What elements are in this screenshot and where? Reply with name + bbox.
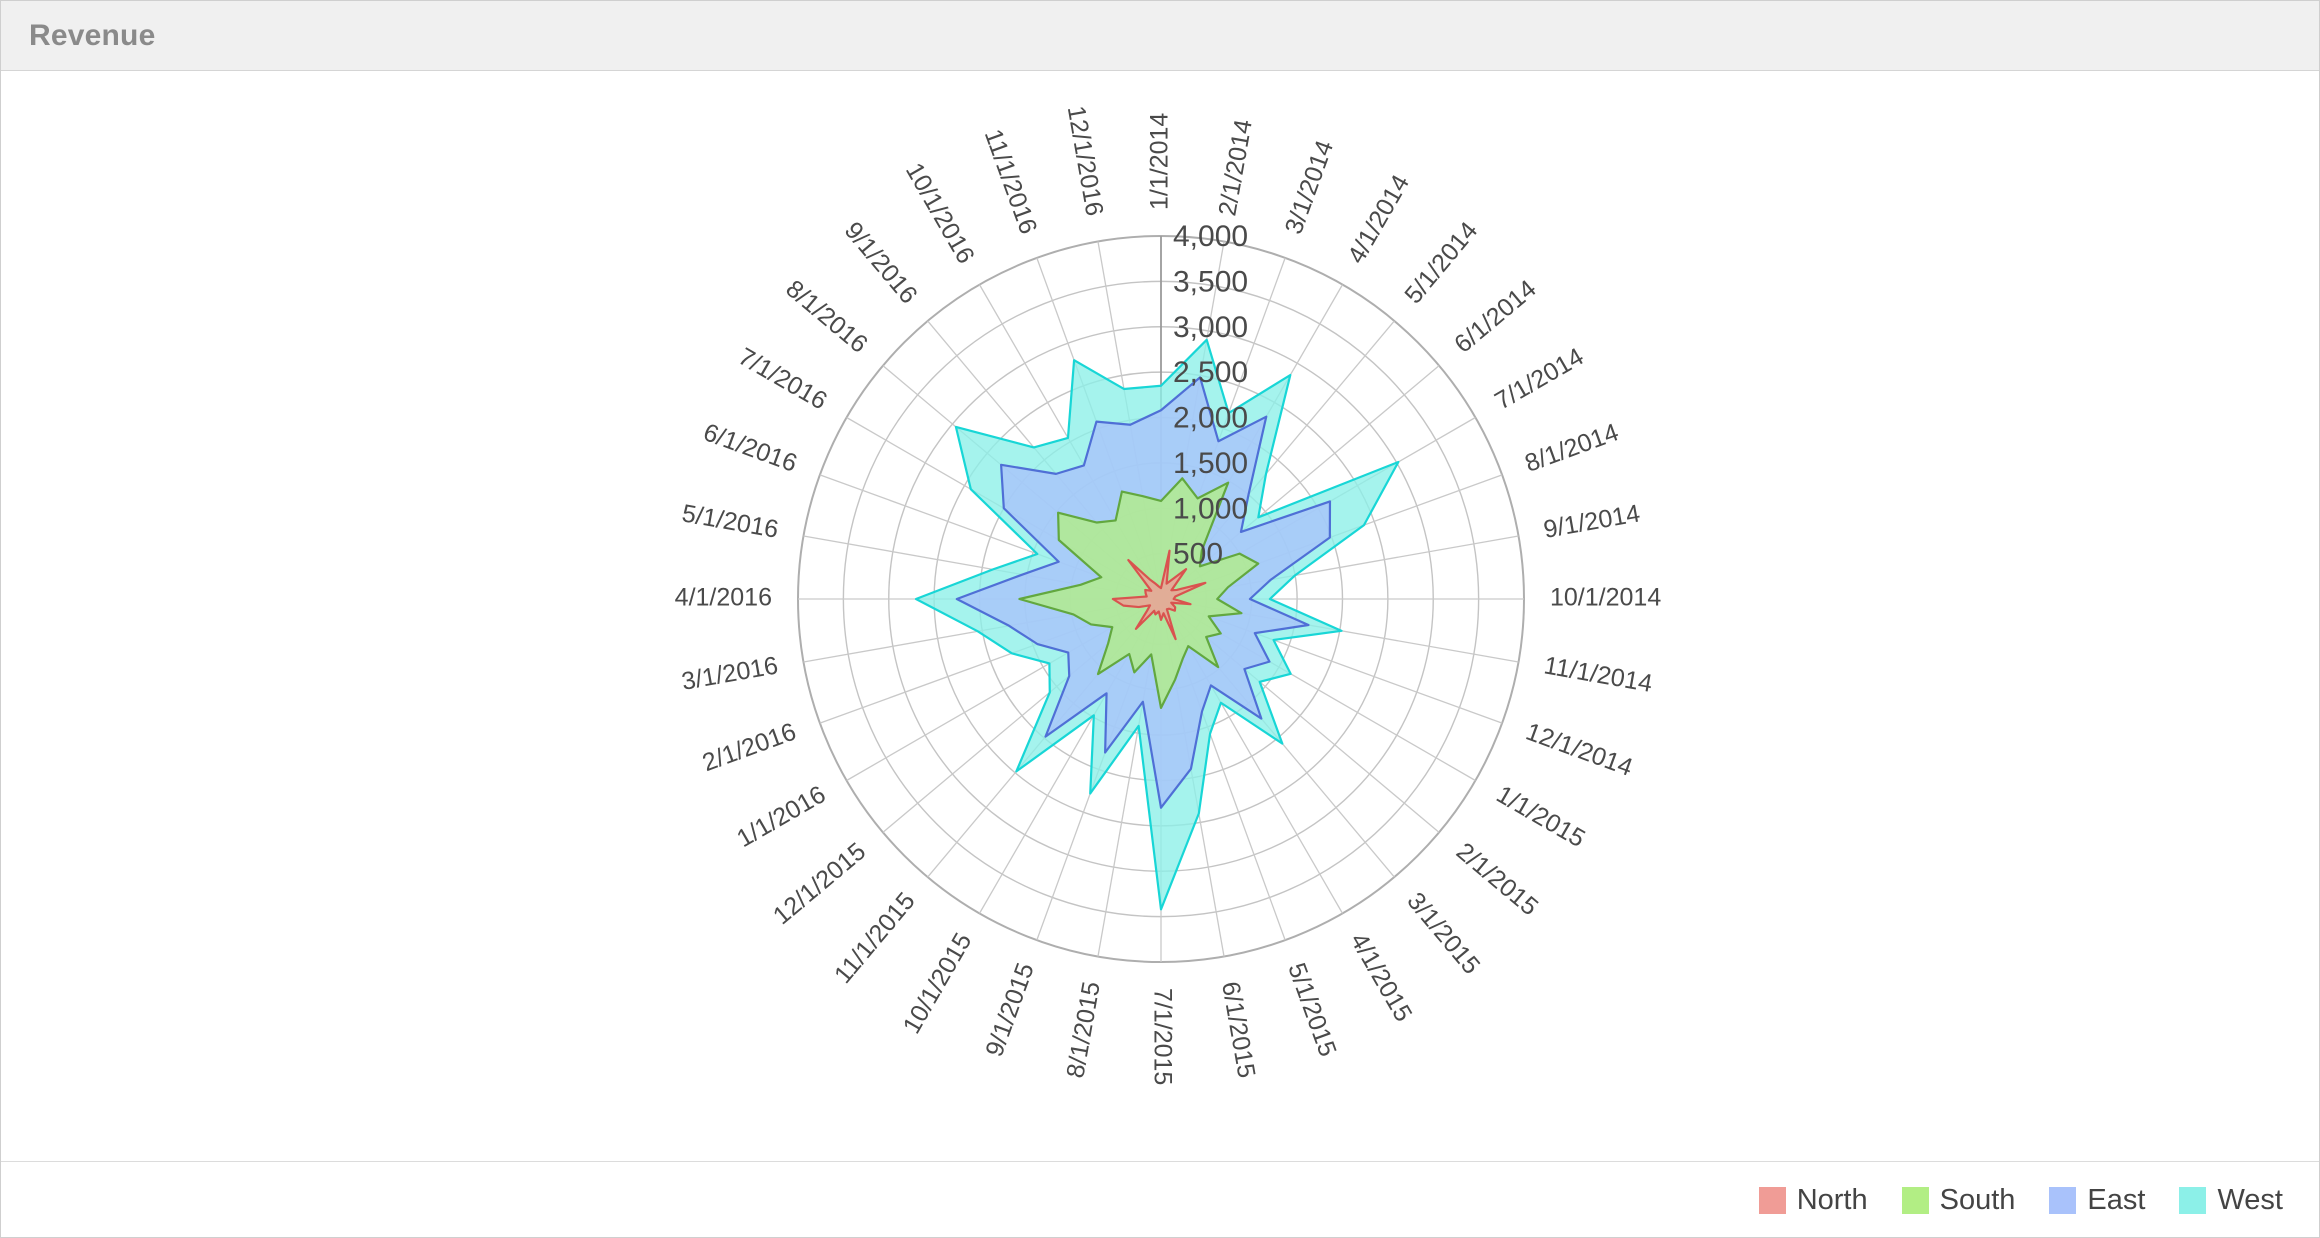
category-label: 11/1/2016 bbox=[979, 125, 1043, 237]
category-label: 9/1/2015 bbox=[980, 959, 1040, 1060]
legend-swatch-south bbox=[1901, 1186, 1929, 1214]
category-label: 1/1/2015 bbox=[1492, 780, 1590, 853]
radial-tick-label: 1,500 bbox=[1173, 447, 1248, 480]
radial-tick-label: 500 bbox=[1173, 538, 1223, 571]
chart-legend: North South East West bbox=[1, 1161, 2319, 1237]
category-label: 3/1/2015 bbox=[1401, 887, 1485, 980]
category-label: 3/1/2014 bbox=[1280, 137, 1340, 238]
category-label: 6/1/2014 bbox=[1449, 275, 1542, 359]
chart-panel: Revenue 500 1,000 1,500 2,000 2,500 3,000 3,50… bbox=[0, 0, 2320, 1238]
radial-tick-label: 4,000 bbox=[1173, 220, 1248, 253]
category-label: 12/1/2014 bbox=[1522, 718, 1636, 782]
radial-tick-label: 3,000 bbox=[1173, 311, 1248, 344]
category-label: 12/1/2015 bbox=[768, 837, 871, 930]
category-label: 10/1/2015 bbox=[898, 928, 978, 1038]
category-label: 9/1/2014 bbox=[1541, 499, 1642, 543]
category-label: 6/1/2016 bbox=[700, 418, 801, 478]
radial-tick-label: 3,500 bbox=[1173, 265, 1248, 298]
category-label: 11/1/2015 bbox=[829, 887, 921, 989]
category-label: 10/1/2016 bbox=[900, 158, 980, 268]
legend-swatch-east bbox=[2049, 1186, 2077, 1214]
category-label: 4/1/2016 bbox=[675, 584, 772, 612]
category-label: 8/1/2016 bbox=[780, 275, 873, 359]
radial-tick-label: 1,000 bbox=[1173, 492, 1248, 525]
category-label: 8/1/2015 bbox=[1061, 979, 1105, 1080]
category-label: 5/1/2014 bbox=[1399, 216, 1483, 309]
category-label: 4/1/2014 bbox=[1342, 170, 1415, 268]
category-label: 7/1/2016 bbox=[734, 343, 832, 416]
category-label: 5/1/2016 bbox=[680, 499, 781, 543]
category-label: 6/1/2015 bbox=[1216, 979, 1260, 1080]
category-label: 11/1/2014 bbox=[1542, 651, 1655, 698]
category-label: 10/1/2014 bbox=[1550, 584, 1661, 612]
category-label: 3/1/2016 bbox=[679, 651, 780, 695]
legend-swatch-west bbox=[2179, 1186, 2207, 1214]
legend-label-south: South bbox=[1939, 1183, 2016, 1216]
legend-label-east: East bbox=[2087, 1183, 2146, 1216]
panel-header: Revenue bbox=[1, 1, 2319, 71]
legend-label-north: North bbox=[1796, 1183, 1868, 1216]
category-label: 5/1/2015 bbox=[1282, 959, 1342, 1060]
category-label: 8/1/2014 bbox=[1521, 418, 1622, 478]
legend-swatch-north bbox=[1758, 1186, 1786, 1214]
category-label: 7/1/2014 bbox=[1490, 342, 1588, 415]
category-label: 1/1/2016 bbox=[732, 780, 830, 853]
category-label: 4/1/2015 bbox=[1345, 928, 1418, 1026]
category-label: 2/1/2014 bbox=[1213, 117, 1257, 218]
category-label: 7/1/2015 bbox=[1148, 988, 1176, 1085]
category-label: 2/1/2016 bbox=[699, 718, 800, 778]
radial-tick-label: 2,000 bbox=[1173, 402, 1248, 435]
legend-item-north[interactable]: North bbox=[1758, 1183, 1868, 1217]
legend-item-west[interactable]: West bbox=[2179, 1184, 2283, 1217]
category-label: 1/1/2014 bbox=[1146, 113, 1174, 210]
category-label: 2/1/2015 bbox=[1451, 837, 1544, 921]
series-layer[interactable] bbox=[914, 338, 1400, 911]
page-title: Revenue bbox=[29, 18, 156, 52]
legend-label-west: West bbox=[2217, 1183, 2283, 1216]
radial-tick-label: 2,500 bbox=[1173, 356, 1248, 389]
radar-chart[interactable]: 500 1,000 1,500 2,000 2,500 3,000 3,500 4,000 1… bbox=[1, 72, 2320, 1160]
category-label: 9/1/2016 bbox=[839, 217, 923, 310]
category-label: 12/1/2016 bbox=[1062, 104, 1109, 218]
legend-item-south[interactable]: South bbox=[1901, 1183, 2016, 1217]
legend-item-east[interactable]: East bbox=[2049, 1184, 2145, 1217]
plot-area: 500 1,000 1,500 2,000 2,500 3,000 3,500 4,000 1… bbox=[1, 72, 2320, 1160]
